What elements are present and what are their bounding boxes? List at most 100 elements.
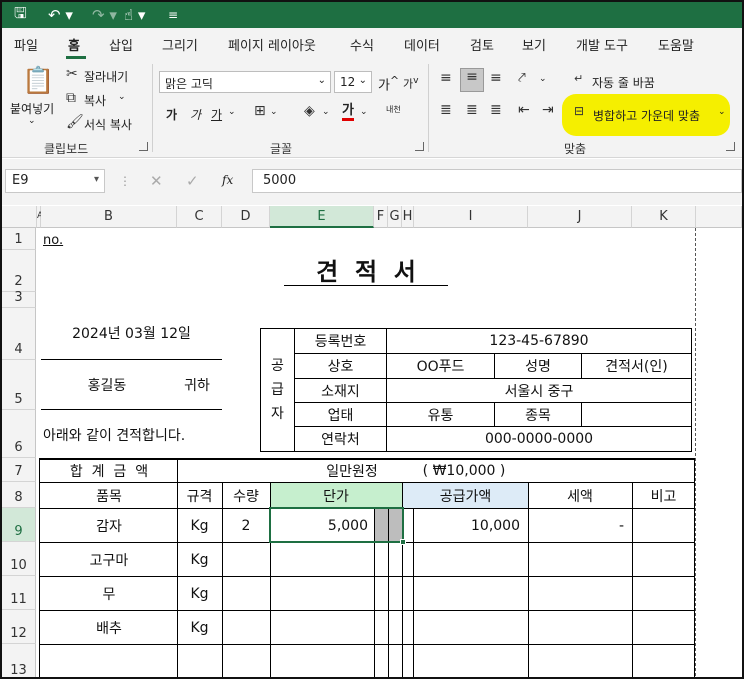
- paste-dropdown-icon[interactable]: ⌄: [28, 116, 36, 126]
- copy-dropdown-icon[interactable]: ⌄: [118, 92, 126, 102]
- redo-icon[interactable]: ↷ ▾: [92, 2, 117, 28]
- tab-file[interactable]: 파일: [14, 35, 38, 54]
- wrap-text-button[interactable]: 자동 줄 바꿈: [592, 74, 655, 91]
- cut-button[interactable]: 잘라내기: [84, 68, 128, 85]
- orientation-icon[interactable]: ⤤: [518, 70, 526, 86]
- orientation-dropdown-icon[interactable]: ⌄: [539, 74, 547, 84]
- format-painter-button[interactable]: 서식 복사: [84, 116, 132, 133]
- merge-center-dropdown-icon[interactable]: ⌄: [718, 107, 726, 117]
- item-unit: Kg: [190, 619, 209, 636]
- row-header-13[interactable]: 13: [2, 644, 36, 677]
- alignment-launcher-icon[interactable]: [726, 142, 735, 151]
- row-header-7[interactable]: 7: [2, 458, 36, 482]
- tab-view[interactable]: 보기: [522, 35, 546, 54]
- customize-qat-icon[interactable]: ≡: [168, 2, 178, 28]
- item-name: 배추: [96, 620, 122, 637]
- borders-icon[interactable]: ⊞: [254, 103, 266, 119]
- increase-indent-icon[interactable]: ⇥: [542, 102, 554, 118]
- quote-date: 2024년 03월 12일: [72, 326, 191, 342]
- row-header-3[interactable]: 3: [2, 290, 36, 308]
- tab-home[interactable]: 홈: [68, 35, 80, 54]
- paste-icon[interactable]: 📋: [22, 66, 54, 96]
- header-price: 단가: [323, 488, 349, 505]
- col-header-e[interactable]: E: [270, 206, 374, 228]
- row-header-5[interactable]: 5: [2, 360, 36, 410]
- row-header-10[interactable]: 10: [2, 542, 36, 576]
- grow-font-button[interactable]: 가^: [378, 74, 399, 93]
- align-top-icon[interactable]: ≡: [440, 70, 452, 86]
- row-header-11[interactable]: 11: [2, 576, 36, 610]
- copy-icon[interactable]: ⧉: [66, 90, 76, 106]
- paste-button[interactable]: 붙여넣기: [10, 100, 54, 117]
- col-header-j[interactable]: J: [528, 206, 632, 228]
- formula-input[interactable]: 5000: [252, 169, 742, 193]
- col-header-d[interactable]: D: [222, 206, 270, 228]
- tab-insert[interactable]: 삽입: [109, 35, 133, 54]
- confirm-entry-icon[interactable]: ✓: [186, 172, 199, 190]
- merge-center-button[interactable]: 병합하고 가운데 맞춤: [593, 107, 700, 124]
- col-header-f[interactable]: F: [374, 206, 388, 228]
- col-header-i[interactable]: I: [414, 206, 528, 228]
- align-left-icon[interactable]: ≣: [440, 102, 452, 118]
- wrap-text-icon[interactable]: ↵: [574, 72, 583, 85]
- row-header-9[interactable]: 9: [2, 508, 36, 542]
- clipboard-launcher-icon[interactable]: [139, 142, 148, 151]
- cut-icon[interactable]: ✂: [66, 66, 78, 82]
- underline-button[interactable]: 가: [211, 106, 222, 123]
- tab-page-layout[interactable]: 페이지 레이아웃: [228, 35, 316, 54]
- font-size-select[interactable]: 12 ⌄: [334, 71, 372, 93]
- tab-help[interactable]: 도움말: [658, 35, 694, 54]
- phonetic-button[interactable]: 내천: [386, 104, 401, 115]
- cancel-entry-icon[interactable]: ✕: [150, 172, 163, 190]
- touch-mode-icon[interactable]: ☝ ▾: [124, 2, 145, 28]
- formula-bar-grip-icon: ⋮: [119, 174, 131, 188]
- fill-color-dropdown-icon[interactable]: ⌄: [322, 107, 330, 117]
- align-middle-icon[interactable]: ≡: [460, 68, 484, 92]
- shrink-font-button[interactable]: 가v: [403, 75, 419, 92]
- fill-handle[interactable]: [400, 539, 406, 545]
- format-painter-icon[interactable]: 🖌: [66, 114, 84, 130]
- header-tax: 세액: [567, 488, 593, 505]
- col-header-k[interactable]: K: [632, 206, 696, 228]
- cell-selection-box[interactable]: [269, 507, 404, 543]
- font-launcher-icon[interactable]: [415, 142, 424, 151]
- copy-button[interactable]: 복사: [84, 92, 106, 109]
- tab-review[interactable]: 검토: [470, 35, 494, 54]
- decrease-indent-icon[interactable]: ⇤: [518, 102, 530, 118]
- select-all-corner[interactable]: [2, 206, 37, 228]
- row-header-8[interactable]: 8: [2, 482, 36, 508]
- merge-center-icon[interactable]: ⊟: [574, 104, 584, 118]
- tab-developer[interactable]: 개발 도구: [576, 35, 628, 54]
- italic-button[interactable]: 가: [190, 106, 201, 123]
- align-right-icon[interactable]: ≣: [490, 102, 502, 118]
- row-header-4[interactable]: 4: [2, 308, 36, 360]
- row-header-1[interactable]: 1: [2, 228, 36, 250]
- align-center-icon[interactable]: ≣: [466, 102, 478, 118]
- font-color-button[interactable]: 가: [342, 104, 354, 121]
- undo-icon[interactable]: ↶ ▾: [48, 2, 73, 28]
- font-name-select[interactable]: 맑은 고딕 ⌄: [159, 71, 331, 93]
- tab-data[interactable]: 데이터: [404, 35, 440, 54]
- row-header-12[interactable]: 12: [2, 610, 36, 644]
- col-header-l[interactable]: [696, 206, 742, 228]
- name-box[interactable]: E9 ▾: [5, 169, 105, 193]
- row-header-6[interactable]: 6: [2, 410, 36, 458]
- item-name: 무: [102, 586, 116, 603]
- col-header-b[interactable]: B: [41, 206, 177, 228]
- col-header-c[interactable]: C: [177, 206, 222, 228]
- insert-function-icon[interactable]: fx: [222, 173, 233, 187]
- save-icon[interactable]: 🖫: [14, 2, 27, 28]
- borders-dropdown-icon[interactable]: ⌄: [270, 107, 278, 117]
- col-header-g[interactable]: G: [388, 206, 402, 228]
- bold-button[interactable]: 가: [166, 106, 177, 123]
- underline-dropdown-icon[interactable]: ⌄: [228, 107, 236, 117]
- total-label: 합 계 금 액: [69, 464, 149, 480]
- fill-color-icon[interactable]: ◈: [304, 103, 315, 119]
- tab-draw[interactable]: 그리기: [162, 35, 198, 54]
- tab-formulas[interactable]: 수식: [350, 35, 374, 54]
- col-header-h[interactable]: H: [402, 206, 414, 228]
- alignment-group-label: 맞춤: [564, 142, 587, 156]
- row-header-2[interactable]: 2: [2, 250, 36, 292]
- font-color-dropdown-icon[interactable]: ⌄: [360, 107, 368, 117]
- align-bottom-icon[interactable]: ≡: [490, 70, 502, 86]
